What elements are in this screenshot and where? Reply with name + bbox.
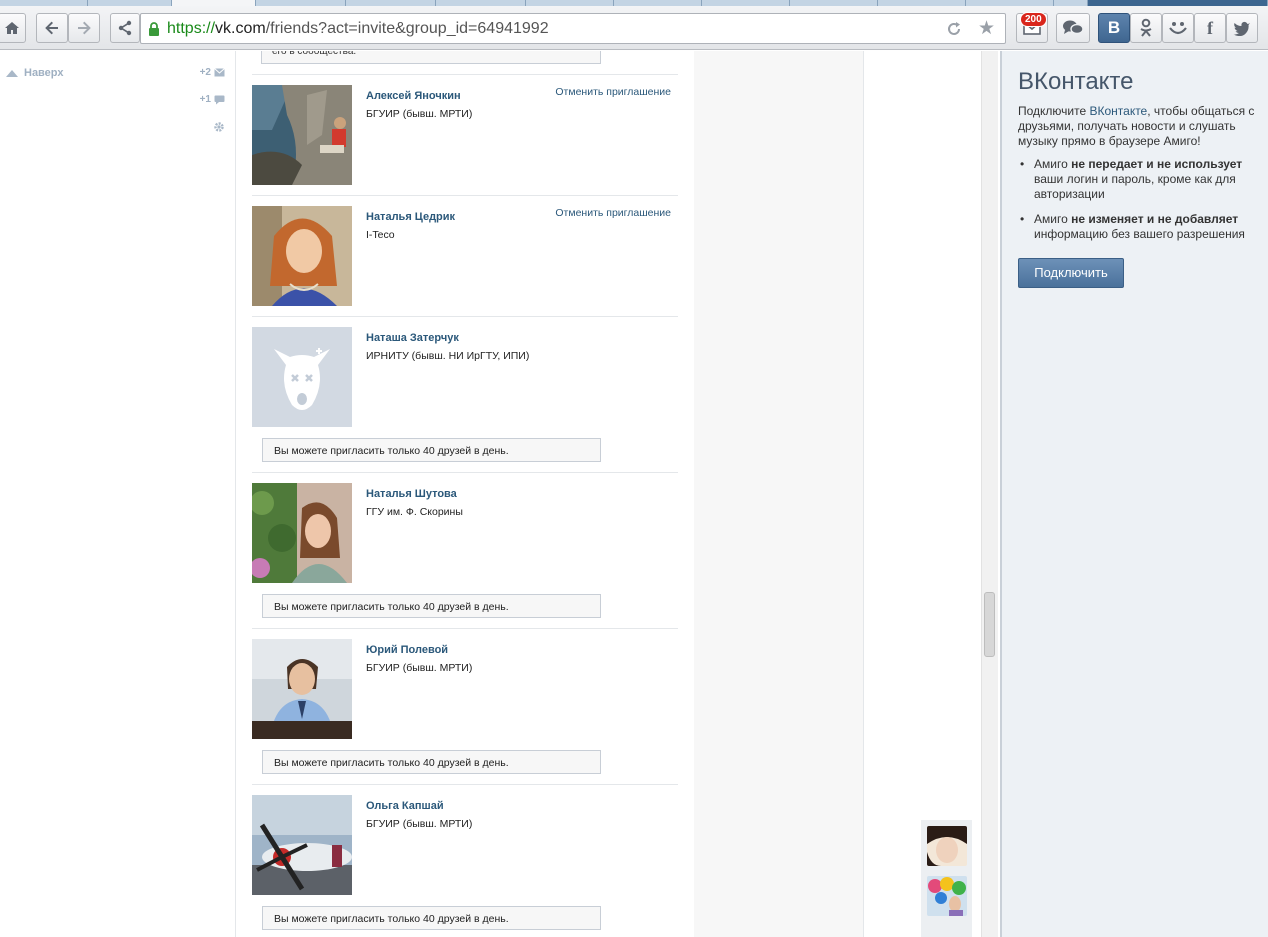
scroll-to-top[interactable]: Наверх	[6, 67, 64, 79]
lock-icon	[149, 22, 159, 36]
friend-company: I-Teco	[366, 229, 395, 241]
settings-button[interactable]	[213, 121, 225, 133]
home-button[interactable]	[0, 13, 26, 43]
amigo-sidebar: ВКонтакте Подключите ВКонтакте, чтобы об…	[1000, 51, 1268, 937]
share-icon	[118, 20, 132, 36]
arrow-up-icon	[6, 69, 18, 77]
friend-row: Юрий Полевой БГУИР (бывш. МРТИ) Вы может…	[252, 628, 678, 784]
scroll-to-top-label: Наверх	[24, 67, 64, 79]
vk-button[interactable]: B	[1098, 13, 1130, 43]
gear-icon	[214, 122, 224, 132]
friend-name[interactable]: Наташа Затерчук	[366, 332, 459, 344]
star-icon[interactable]: ★	[978, 19, 995, 38]
moi-mir-icon	[1169, 22, 1187, 35]
odnoklassniki-button[interactable]	[1130, 13, 1162, 43]
bullet-text: Амиго	[1034, 157, 1072, 171]
bullet-text: ваши логин и пароль, кроме как для автор…	[1034, 172, 1236, 201]
friend-name[interactable]: Алексей Яночкин	[366, 90, 461, 102]
chat-icon	[1063, 20, 1084, 35]
bullet-bold: не передает и не использует	[1071, 157, 1243, 171]
friend-university: ГГУ им. Ф. Скорины	[366, 506, 463, 518]
friend-name[interactable]: Наталья Шутова	[366, 488, 457, 500]
url-text: https://vk.com/friends?act=invite&group_…	[167, 20, 549, 38]
twitter-button[interactable]	[1226, 13, 1258, 43]
friend-avatar[interactable]	[252, 206, 352, 306]
messages-counter[interactable]: +2	[200, 67, 225, 78]
chat-button[interactable]	[1056, 13, 1090, 43]
friend-university: БГУИР (бывш. МРТИ)	[366, 662, 473, 674]
friend-avatar-placeholder[interactable]	[252, 327, 352, 427]
url-scheme: https://	[167, 20, 216, 37]
odnoklassniki-icon	[1140, 18, 1152, 37]
friends-invite-list: его в сообщества. Алексей Яночкин БГУИР …	[236, 51, 693, 937]
back-icon	[45, 21, 58, 35]
friend-name[interactable]: Наталья Цедрик	[366, 211, 455, 223]
friend-row: Наталья Шутова ГГУ им. Ф. Скорины Вы мож…	[252, 472, 678, 628]
moi-mir-button[interactable]	[1162, 13, 1194, 43]
facebook-icon: f	[1207, 17, 1213, 38]
notification-badge: 200	[1020, 12, 1047, 27]
left-column: Наверх +2 +1	[0, 51, 236, 937]
friend-avatar[interactable]	[252, 85, 352, 185]
comments-count: +1	[199, 94, 211, 105]
invite-limit-notice: Вы можете пригласить только 40 друзей в …	[262, 906, 601, 930]
share-button[interactable]	[110, 13, 140, 43]
friend-row: Алексей Яночкин БГУИР (бывш. МРТИ) Отмен…	[252, 74, 678, 195]
vk-link[interactable]: ВКонтакте	[1089, 104, 1147, 118]
friend-row: Наташа Затерчук ИРНИТУ (бывш. НИ ИрГТУ, …	[252, 316, 678, 472]
sidebar-title: ВКонтакте	[1018, 68, 1134, 95]
friend-name[interactable]: Ольга Капшай	[366, 800, 444, 812]
forward-icon	[78, 21, 91, 35]
invite-limit-notice: Вы можете пригласить только 40 друзей в …	[262, 594, 601, 618]
right-menu-column	[694, 51, 864, 937]
sidebar-intro: Подключите ВКонтакте, чтобы общаться с д…	[1018, 104, 1258, 149]
bullet-item: Амиго не изменяет и не добавляет информа…	[1018, 212, 1258, 242]
back-button[interactable]	[36, 13, 68, 43]
chat-contact-avatar[interactable]	[927, 876, 967, 916]
bullet-text: информацию без вашего разрешения	[1034, 227, 1245, 241]
chat-contact-avatar[interactable]	[927, 826, 967, 866]
comments-counter[interactable]: +1	[200, 94, 225, 105]
friend-row: Наталья Цедрик I-Teco Отменить приглашен…	[252, 195, 678, 316]
browser-toolbar: https://vk.com/friends?act=invite&group_…	[0, 6, 1268, 50]
invite-limit-notice: Вы можете пригласить только 40 друзей в …	[262, 750, 601, 774]
messages-count: +2	[199, 67, 211, 78]
bullet-text: Амиго	[1034, 212, 1072, 226]
connect-button[interactable]: Подключить	[1018, 258, 1124, 288]
friend-university: БГУИР (бывш. МРТИ)	[366, 108, 473, 120]
home-icon	[5, 22, 19, 34]
envelope-icon	[214, 68, 225, 77]
friend-avatar[interactable]	[252, 483, 352, 583]
url-host: vk.com	[215, 20, 266, 37]
facebook-button[interactable]: f	[1194, 13, 1226, 43]
address-bar[interactable]: https://vk.com/friends?act=invite&group_…	[140, 13, 1006, 44]
sidebar-bullets: Амиго не передает и не использует ваши л…	[1018, 157, 1258, 252]
invite-limit-notice: Вы можете пригласить только 40 друзей в …	[262, 438, 601, 462]
cancel-invite-link[interactable]: Отменить приглашение	[555, 86, 671, 98]
twitter-icon	[1233, 21, 1250, 36]
forward-button[interactable]	[68, 13, 100, 43]
friend-avatar[interactable]	[252, 639, 352, 739]
reload-icon[interactable]	[945, 20, 963, 38]
comment-icon	[214, 95, 225, 104]
friend-name[interactable]: Юрий Полевой	[366, 644, 448, 656]
scrollbar-thumb[interactable]	[984, 592, 995, 657]
cancel-invite-link[interactable]: Отменить приглашение	[555, 207, 671, 219]
bullet-bold: не изменяет и не добавляет	[1071, 212, 1239, 226]
friend-university: БГУИР (бывш. МРТИ)	[366, 818, 473, 830]
friend-avatar[interactable]	[252, 795, 352, 895]
url-path: /friends?act=invite&group_id=64941992	[265, 20, 549, 37]
dog-placeholder-icon	[252, 327, 352, 427]
page-scrollbar[interactable]	[981, 51, 998, 937]
chat-contacts-strip	[921, 820, 972, 937]
page: Наверх +2 +1 его в сообщества. Алексей Я…	[0, 51, 1000, 937]
invite-note: его в сообщества.	[261, 51, 601, 64]
friend-university: ИРНИТУ (бывш. НИ ИрГТУ, ИПИ)	[366, 350, 530, 362]
bullet-item: Амиго не передает и не использует ваши л…	[1018, 157, 1258, 202]
friend-row: Ольга Капшай БГУИР (бывш. МРТИ) Вы может…	[252, 784, 678, 937]
intro-text: Подключите	[1018, 104, 1090, 118]
vk-icon: B	[1107, 18, 1121, 37]
